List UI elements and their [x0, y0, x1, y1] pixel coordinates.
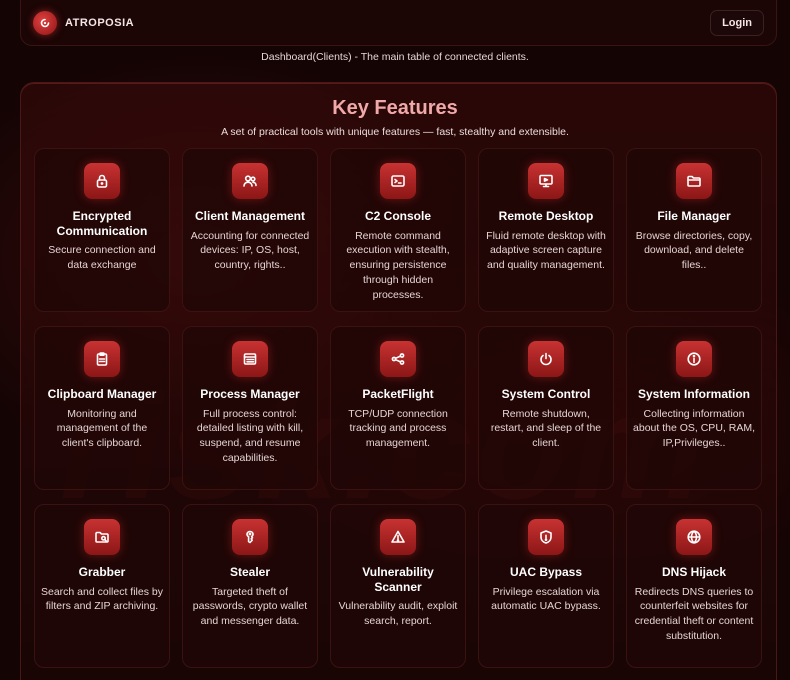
feature-card-packetflight[interactable]: PacketFlight TCP/UDP connection tracking…: [330, 326, 466, 490]
feature-description: Collecting information about the OS, CPU…: [633, 407, 755, 450]
feature-title: Vulnerability Scanner: [362, 565, 434, 594]
feature-card-c2-console[interactable]: C2 Console Remote command execution with…: [330, 148, 466, 312]
feature-description: Fluid remote desktop with adaptive scree…: [486, 229, 606, 272]
feature-card-encrypted-communication[interactable]: Encrypted Communication Secure connectio…: [34, 148, 170, 312]
feature-title: System Control: [501, 387, 591, 401]
feature-title: PacketFlight: [362, 387, 434, 401]
feature-card-client-management[interactable]: Client Management Accounting for connect…: [182, 148, 318, 312]
feature-description: Privilege escalation via automatic UAC b…: [491, 585, 601, 613]
list-icon: [232, 341, 268, 377]
power-icon: [528, 341, 564, 377]
feature-card-file-manager[interactable]: File Manager Browse directories, copy, d…: [626, 148, 762, 312]
feature-description: Remote command execution with stealth, e…: [346, 229, 450, 301]
feature-card-grabber[interactable]: Grabber Search and collect files by filt…: [34, 504, 170, 668]
section-title: Key Features: [332, 97, 458, 119]
feature-title: Remote Desktop: [498, 209, 594, 223]
info-icon: [676, 341, 712, 377]
terminal-icon: [380, 163, 416, 199]
feature-card-uac-bypass[interactable]: UAC Bypass Privilege escalation via auto…: [478, 504, 614, 668]
feature-title: Process Manager: [200, 387, 300, 401]
feature-title: C2 Console: [364, 209, 431, 223]
feature-card-process-manager[interactable]: Process Manager Full process control: de…: [182, 326, 318, 490]
folder-archive-icon: [84, 519, 120, 555]
globe-icon: [676, 519, 712, 555]
features-grid: Encrypted Communication Secure connectio…: [34, 148, 762, 668]
feature-description: Browse directories, copy, download, and …: [635, 229, 753, 272]
section-subtitle: A set of practical tools with unique fea…: [221, 126, 569, 138]
feature-title: DNS Hijack: [661, 565, 727, 579]
warning-icon: [380, 519, 416, 555]
feature-description: Monitoring and management of the client'…: [56, 407, 148, 450]
feature-description: Redirects DNS queries to counterfeit web…: [634, 585, 754, 642]
feature-card-system-control[interactable]: System Control Remote shutdown, restart,…: [478, 326, 614, 490]
feature-card-stealer[interactable]: Stealer Targeted theft of passwords, cry…: [182, 504, 318, 668]
folder-icon: [676, 163, 712, 199]
users-icon: [232, 163, 268, 199]
lock-icon: [84, 163, 120, 199]
screenshot-caption: Dashboard(Clients) - The main table of c…: [261, 51, 529, 63]
feature-card-vulnerability-scanner[interactable]: Vulnerability Scanner Vulnerability audi…: [330, 504, 466, 668]
feature-description: Targeted theft of passwords, crypto wall…: [192, 585, 308, 628]
top-navbar: ATROPOSIA Login: [20, 0, 777, 46]
feature-card-dns-hijack[interactable]: DNS Hijack Redirects DNS queries to coun…: [626, 504, 762, 668]
feature-description: Secure connection and data exchange: [48, 244, 156, 271]
feature-title: Client Management: [194, 209, 305, 223]
feature-title: Stealer: [229, 565, 271, 579]
feature-description: Accounting for connected devices: IP, OS…: [190, 229, 310, 272]
feature-card-remote-desktop[interactable]: Remote Desktop Fluid remote desktop with…: [478, 148, 614, 312]
brand[interactable]: ATROPOSIA: [33, 10, 135, 35]
feature-title: File Manager: [657, 209, 731, 223]
feature-description: Full process control: detailed listing w…: [196, 407, 304, 464]
key-icon: [232, 519, 268, 555]
feature-description: Search and collect files by filters and …: [41, 585, 163, 613]
shield-icon: [528, 519, 564, 555]
feature-title: Encrypted Communication: [56, 209, 148, 238]
feature-description: TCP/UDP connection tracking and process …: [348, 407, 448, 450]
feature-title: System Information: [637, 387, 751, 401]
login-button[interactable]: Login: [710, 9, 764, 36]
feature-description: Vulnerability audit, exploit search, rep…: [338, 600, 458, 627]
feature-title: UAC Bypass: [509, 565, 583, 579]
share-icon: [380, 341, 416, 377]
brand-name: ATROPOSIA: [65, 16, 135, 29]
feature-title: Grabber: [78, 565, 126, 579]
monitor-icon: [528, 163, 564, 199]
brand-logo-icon: [33, 10, 57, 35]
feature-card-clipboard-manager[interactable]: Clipboard Manager Monitoring and managem…: [34, 326, 170, 490]
feature-card-system-information[interactable]: System Information Collecting informatio…: [626, 326, 762, 490]
feature-title: Clipboard Manager: [47, 387, 157, 401]
clipboard-icon: [84, 341, 120, 377]
feature-description: Remote shutdown, restart, and sleep of t…: [490, 407, 602, 450]
